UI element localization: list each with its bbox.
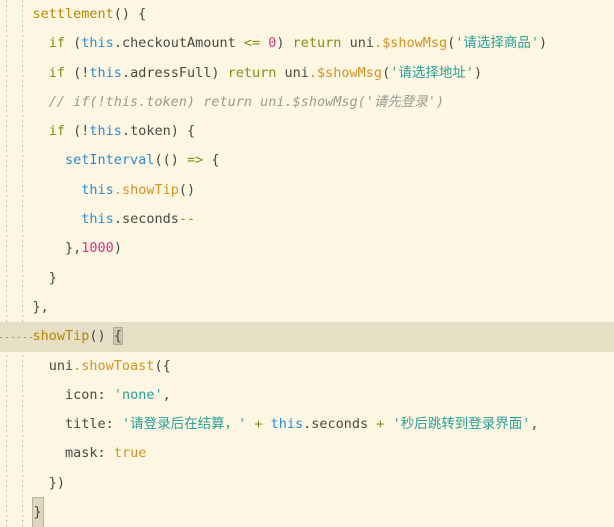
- token-boolean: true: [113, 445, 147, 462]
- token-plain: ({: [154, 357, 171, 374]
- token-method_name: showTip: [32, 328, 90, 345]
- token-keyword: if: [48, 64, 66, 81]
- token-plain: mask:: [65, 445, 114, 462]
- code-line[interactable]: uni.showToast({: [0, 352, 614, 381]
- code-line[interactable]: }): [0, 469, 614, 498]
- token-this: this: [89, 123, 122, 140]
- token-function: setInterval: [65, 152, 155, 169]
- token-plain: ,: [162, 386, 171, 403]
- token-property: .$showMsg: [373, 35, 448, 52]
- code-line[interactable]: title: '请登录后在结算，' + this.seconds + '秒后跳转…: [0, 410, 614, 439]
- token-plain: }): [48, 474, 66, 491]
- token-this: this: [81, 35, 114, 52]
- token-plain: title:: [65, 416, 122, 433]
- token-keyword: <=: [243, 35, 261, 52]
- token-string: 'none': [113, 386, 163, 403]
- token-plain: ): [473, 64, 483, 81]
- code-line[interactable]: }: [0, 497, 614, 527]
- code-line-container[interactable]: settlement() {if (this.checkoutAmount <=…: [0, 0, 614, 527]
- token-string: '请选择地址': [390, 64, 474, 81]
- token-plain: (: [382, 64, 391, 81]
- token-plain: {: [203, 152, 220, 169]
- token-keyword: =>: [186, 152, 204, 169]
- code-line[interactable]: this.seconds--: [0, 205, 614, 234]
- code-line[interactable]: if (!this.token) {: [0, 117, 614, 146]
- token-plain: },: [65, 240, 82, 257]
- token-comment: // if(!this.token) return uni.$showMsg('…: [48, 93, 445, 110]
- token-this: this: [270, 416, 304, 433]
- token-this: this: [89, 64, 122, 81]
- token-string: '秒后跳转到登录界面': [392, 416, 531, 433]
- token-string: '请登录后在结算，': [121, 416, 247, 433]
- code-line[interactable]: showTip() {: [0, 322, 614, 352]
- token-plain: .seconds: [303, 416, 377, 433]
- token-plain: ,: [530, 416, 539, 433]
- code-line[interactable]: if (!this.adressFull) return uni.$showMs…: [0, 59, 614, 88]
- token-plain: .adressFull): [121, 64, 228, 81]
- token-number: 1000: [81, 240, 114, 257]
- token-keyword: return: [227, 64, 277, 81]
- token-plain: (): [89, 328, 114, 345]
- token-plain: () {: [113, 6, 147, 22]
- code-line[interactable]: mask: true: [0, 439, 614, 468]
- token-plain: .token) {: [121, 123, 196, 140]
- token-keyword: if: [48, 35, 66, 52]
- token-bracket_match: {: [112, 327, 123, 346]
- token-plain: (: [65, 35, 82, 52]
- token-plain: uni: [276, 64, 309, 81]
- token-keyword: --: [178, 211, 196, 228]
- code-line[interactable]: },1000): [0, 234, 614, 263]
- token-property: .showTip: [113, 181, 179, 198]
- token-keyword: if: [48, 123, 66, 140]
- token-plain: uni: [48, 357, 74, 374]
- token-plain: (!: [65, 64, 90, 81]
- code-line[interactable]: if (this.checkoutAmount <= 0) return uni…: [0, 29, 614, 58]
- token-plain: },: [32, 298, 49, 315]
- code-line[interactable]: },: [0, 293, 614, 322]
- token-plain: .checkoutAmount: [113, 35, 244, 52]
- code-line[interactable]: settlement() {: [0, 0, 614, 29]
- token-plain: .seconds: [113, 211, 179, 228]
- code-line[interactable]: this.showTip(): [0, 176, 614, 205]
- token-plain: icon:: [65, 386, 114, 403]
- code-line[interactable]: }: [0, 264, 614, 293]
- token-plain: }: [48, 269, 57, 286]
- code-line[interactable]: icon: 'none',: [0, 381, 614, 410]
- token-plain: uni: [341, 35, 374, 52]
- code-line[interactable]: // if(!this.token) return uni.$showMsg('…: [0, 88, 614, 117]
- token-string: '请选择商品': [455, 35, 540, 52]
- token-plain: ): [539, 35, 548, 52]
- token-plain: ): [113, 240, 122, 257]
- token-method_name: settlement: [32, 6, 114, 22]
- token-plain: ((): [154, 152, 187, 169]
- token-keyword: return: [292, 35, 342, 52]
- code-editor[interactable]: settlement() {if (this.checkoutAmount <=…: [0, 0, 614, 527]
- token-plain: (): [178, 181, 196, 198]
- token-this: this: [81, 181, 114, 198]
- token-plain: (!: [65, 123, 90, 140]
- token-this: this: [81, 211, 114, 228]
- token-brace_box: }: [31, 497, 44, 527]
- code-line[interactable]: setInterval(() => {: [0, 146, 614, 175]
- token-property: .$showMsg: [308, 64, 383, 81]
- token-plain: ): [276, 35, 293, 52]
- token-property: .showToast: [73, 357, 155, 374]
